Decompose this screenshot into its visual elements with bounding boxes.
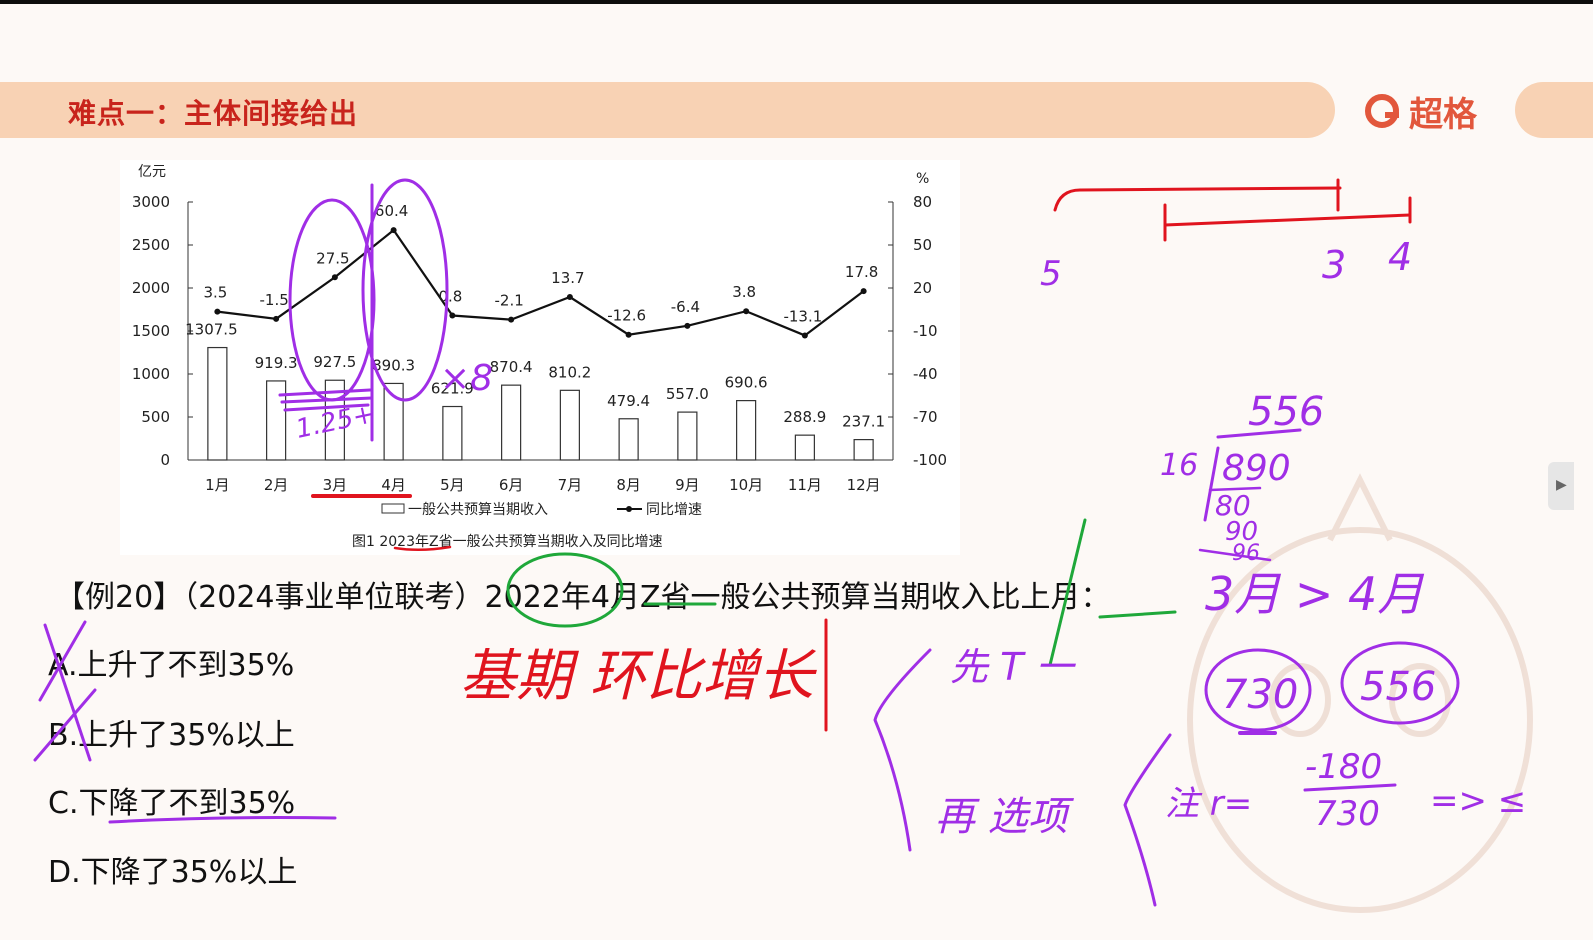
circle-march [288,198,376,402]
step-options: 再 选项 [935,794,1075,840]
timeline-label-3: 3 [1322,243,1346,287]
circle-year [506,552,624,628]
timeline-label-4: 4 [1388,235,1412,279]
formula-prefix: 注 r= [1165,784,1252,824]
compare-months: 3月 > 4月 [1205,567,1424,621]
note-base-period: 基期 环比增长 [460,644,818,709]
division-dividend: 890 [1222,448,1291,489]
timeline-lower [1163,213,1412,227]
circled-556: 556 [1360,664,1436,710]
formula-result: => ≤ [1430,781,1526,821]
timeline-label-5: 5 [1040,254,1062,294]
division-quotient: 556 [1248,389,1324,435]
formula-denominator: 730 [1315,794,1380,834]
note-factor: 1.25+ [293,399,377,445]
division-divisor: 16 [1160,448,1198,483]
step-first: 先 T 一 [950,645,1076,689]
circled-730: 730 [1222,672,1298,718]
circle-april [361,178,449,402]
note-times-8: ×8 [440,358,493,399]
division-step3: 96 [1232,541,1260,566]
handwriting-overlay: ×8 1.25+ 5 3 4 基期 环比增长 先 T 一 再 选项 556 16… [33,178,1526,907]
brace-steps [873,648,932,852]
timeline-upper [1053,186,1342,212]
formula-numerator: -180 [1305,747,1382,787]
